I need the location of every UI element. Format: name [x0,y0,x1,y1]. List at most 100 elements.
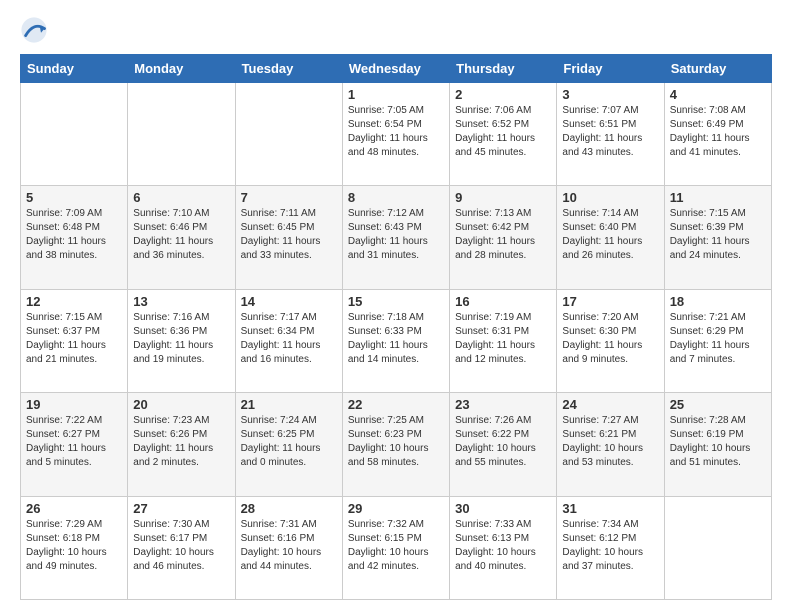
day-number: 12 [26,294,122,309]
day-header-friday: Friday [557,55,664,83]
week-row-3: 12 Sunrise: 7:15 AM Sunset: 6:37 PM Dayli… [21,289,772,392]
day-header-saturday: Saturday [664,55,771,83]
day-number: 26 [26,501,122,516]
day-cell: 29 Sunrise: 7:32 AM Sunset: 6:15 PM Dayli… [342,496,449,599]
header [20,16,772,44]
day-cell: 10 Sunrise: 7:14 AM Sunset: 6:40 PM Dayli… [557,186,664,289]
page: SundayMondayTuesdayWednesdayThursdayFrid… [0,0,792,612]
day-header-thursday: Thursday [450,55,557,83]
day-number: 25 [670,397,766,412]
day-info: Sunrise: 7:30 AM Sunset: 6:17 PM Dayligh… [133,518,229,574]
day-number: 5 [26,190,122,205]
day-info: Sunrise: 7:28 AM Sunset: 6:19 PM Dayligh… [670,414,766,470]
day-info: Sunrise: 7:14 AM Sunset: 6:40 PM Dayligh… [562,207,658,263]
logo [20,16,52,44]
day-info: Sunrise: 7:31 AM Sunset: 6:16 PM Dayligh… [241,518,337,574]
day-info: Sunrise: 7:08 AM Sunset: 6:49 PM Dayligh… [670,104,766,160]
day-cell: 19Sunrise: 7:22 AM Sunset: 6:27 PM Dayli… [21,393,128,496]
day-info: Sunrise: 7:24 AM Sunset: 6:25 PM Dayligh… [241,414,337,470]
day-cell [235,83,342,186]
day-number: 31 [562,501,658,516]
day-number: 19 [26,397,122,412]
day-number: 23 [455,397,551,412]
day-info: Sunrise: 7:25 AM Sunset: 6:23 PM Dayligh… [348,414,444,470]
day-cell: 8Sunrise: 7:12 AM Sunset: 6:43 PM Daylig… [342,186,449,289]
logo-icon [20,16,48,44]
day-cell: 14 Sunrise: 7:17 AM Sunset: 6:34 PM Dayli… [235,289,342,392]
day-number: 7 [241,190,337,205]
day-info: Sunrise: 7:19 AM Sunset: 6:31 PM Dayligh… [455,311,551,367]
day-info: Sunrise: 7:33 AM Sunset: 6:13 PM Dayligh… [455,518,551,574]
day-number: 1 [348,87,444,102]
day-info: Sunrise: 7:09 AM Sunset: 6:48 PM Dayligh… [26,207,122,263]
day-cell: 21 Sunrise: 7:24 AM Sunset: 6:25 PM Dayli… [235,393,342,496]
day-info: Sunrise: 7:16 AM Sunset: 6:36 PM Dayligh… [133,311,229,367]
day-cell [664,496,771,599]
day-cell: 7 Sunrise: 7:11 AM Sunset: 6:45 PM Daylig… [235,186,342,289]
day-header-wednesday: Wednesday [342,55,449,83]
day-number: 24 [562,397,658,412]
day-number: 3 [562,87,658,102]
day-cell: 3 Sunrise: 7:07 AM Sunset: 6:51 PM Daylig… [557,83,664,186]
day-info: Sunrise: 7:27 AM Sunset: 6:21 PM Dayligh… [562,414,658,470]
day-info: Sunrise: 7:20 AM Sunset: 6:30 PM Dayligh… [562,311,658,367]
day-cell: 2 Sunrise: 7:06 AM Sunset: 6:52 PM Daylig… [450,83,557,186]
day-number: 21 [241,397,337,412]
day-cell: 23Sunrise: 7:26 AM Sunset: 6:22 PM Dayli… [450,393,557,496]
day-info: Sunrise: 7:15 AM Sunset: 6:39 PM Dayligh… [670,207,766,263]
day-number: 22 [348,397,444,412]
day-number: 18 [670,294,766,309]
day-info: Sunrise: 7:13 AM Sunset: 6:42 PM Dayligh… [455,207,551,263]
day-info: Sunrise: 7:05 AM Sunset: 6:54 PM Dayligh… [348,104,444,160]
day-number: 16 [455,294,551,309]
day-number: 9 [455,190,551,205]
day-cell: 30 Sunrise: 7:33 AM Sunset: 6:13 PM Dayli… [450,496,557,599]
day-cell: 11 Sunrise: 7:15 AM Sunset: 6:39 PM Dayli… [664,186,771,289]
day-info: Sunrise: 7:06 AM Sunset: 6:52 PM Dayligh… [455,104,551,160]
day-number: 4 [670,87,766,102]
day-cell: 13 Sunrise: 7:16 AM Sunset: 6:36 PM Dayli… [128,289,235,392]
day-info: Sunrise: 7:29 AM Sunset: 6:18 PM Dayligh… [26,518,122,574]
day-cell: 24 Sunrise: 7:27 AM Sunset: 6:21 PM Dayli… [557,393,664,496]
week-row-5: 26 Sunrise: 7:29 AM Sunset: 6:18 PM Dayli… [21,496,772,599]
day-info: Sunrise: 7:11 AM Sunset: 6:45 PM Dayligh… [241,207,337,263]
day-number: 30 [455,501,551,516]
day-header-tuesday: Tuesday [235,55,342,83]
day-cell: 17 Sunrise: 7:20 AM Sunset: 6:30 PM Dayli… [557,289,664,392]
day-header-monday: Monday [128,55,235,83]
day-cell: 16 Sunrise: 7:19 AM Sunset: 6:31 PM Dayli… [450,289,557,392]
day-number: 29 [348,501,444,516]
day-number: 11 [670,190,766,205]
day-cell: 25 Sunrise: 7:28 AM Sunset: 6:19 PM Dayli… [664,393,771,496]
day-cell: 28 Sunrise: 7:31 AM Sunset: 6:16 PM Dayli… [235,496,342,599]
day-number: 13 [133,294,229,309]
day-number: 27 [133,501,229,516]
day-number: 2 [455,87,551,102]
day-info: Sunrise: 7:23 AM Sunset: 6:26 PM Dayligh… [133,414,229,470]
day-cell: 22 Sunrise: 7:25 AM Sunset: 6:23 PM Dayli… [342,393,449,496]
day-number: 15 [348,294,444,309]
day-cell: 6Sunrise: 7:10 AM Sunset: 6:46 PM Daylig… [128,186,235,289]
day-info: Sunrise: 7:32 AM Sunset: 6:15 PM Dayligh… [348,518,444,574]
day-number: 28 [241,501,337,516]
day-cell: 4 Sunrise: 7:08 AM Sunset: 6:49 PM Daylig… [664,83,771,186]
day-info: Sunrise: 7:10 AM Sunset: 6:46 PM Dayligh… [133,207,229,263]
day-info: Sunrise: 7:15 AM Sunset: 6:37 PM Dayligh… [26,311,122,367]
day-cell: 12 Sunrise: 7:15 AM Sunset: 6:37 PM Dayli… [21,289,128,392]
day-info: Sunrise: 7:18 AM Sunset: 6:33 PM Dayligh… [348,311,444,367]
day-cell [128,83,235,186]
day-header-sunday: Sunday [21,55,128,83]
day-info: Sunrise: 7:07 AM Sunset: 6:51 PM Dayligh… [562,104,658,160]
day-cell: 9 Sunrise: 7:13 AM Sunset: 6:42 PM Daylig… [450,186,557,289]
day-cell: 26 Sunrise: 7:29 AM Sunset: 6:18 PM Dayli… [21,496,128,599]
day-number: 20 [133,397,229,412]
day-cell [21,83,128,186]
day-number: 17 [562,294,658,309]
calendar-table: SundayMondayTuesdayWednesdayThursdayFrid… [20,54,772,600]
day-number: 10 [562,190,658,205]
days-header-row: SundayMondayTuesdayWednesdayThursdayFrid… [21,55,772,83]
day-cell: 15 Sunrise: 7:18 AM Sunset: 6:33 PM Dayli… [342,289,449,392]
day-number: 14 [241,294,337,309]
day-info: Sunrise: 7:17 AM Sunset: 6:34 PM Dayligh… [241,311,337,367]
week-row-4: 19Sunrise: 7:22 AM Sunset: 6:27 PM Dayli… [21,393,772,496]
